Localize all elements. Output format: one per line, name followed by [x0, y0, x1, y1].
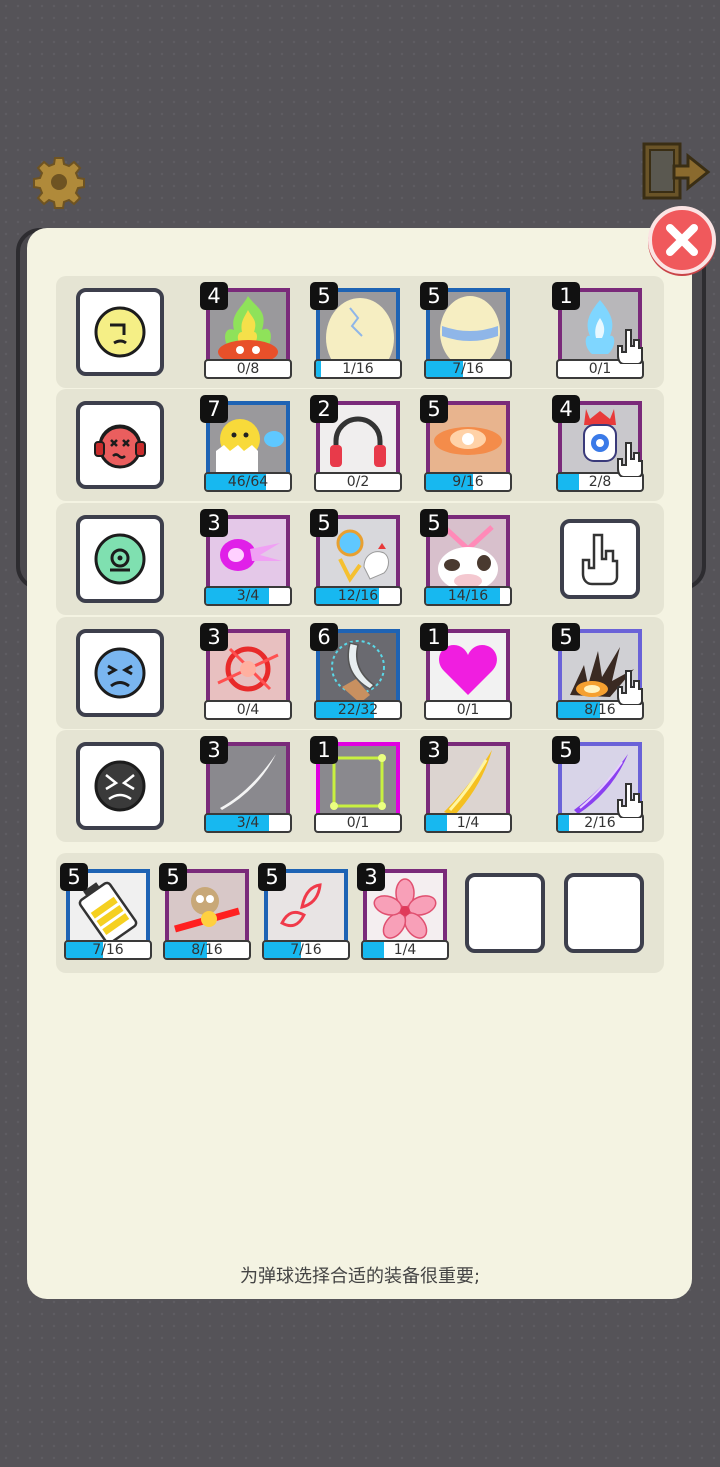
- ball-row-2: 7 46/64 2 0/2 5 9/16 4 2/8: [56, 389, 664, 501]
- ball-row-4: 3 0/4 6 22/32 1 0/1 5 8/16: [56, 617, 664, 729]
- equipment-row: 5 7/16 5 8/16 5 7/16 3 1/4: [56, 853, 664, 973]
- skill-slot[interactable]: 5 9/16: [420, 395, 514, 493]
- equipment-slot[interactable]: 5 7/16: [258, 863, 352, 961]
- ball-row-5: 3 3/4 1 0/1 3 1/4 5 2/16: [56, 730, 664, 842]
- dizzy-headphone-face-icon: [94, 424, 146, 469]
- level-badge: 5: [420, 282, 448, 310]
- skill-slot[interactable]: 5 2/16: [552, 736, 646, 834]
- level-badge: 3: [200, 736, 228, 764]
- empty-equipment-slot[interactable]: [465, 873, 545, 953]
- skill-slot[interactable]: 1 0/1: [310, 736, 404, 834]
- progress-text: 22/32: [337, 702, 379, 718]
- skill-slot[interactable]: 3 1/4: [420, 736, 514, 834]
- ball-row-3: 3 3/4 5 12/16 5 14/16: [56, 503, 664, 615]
- skill-slot[interactable]: 5 12/16: [310, 509, 404, 607]
- level-badge: 5: [552, 623, 580, 651]
- skill-slot[interactable]: 1 0/1: [420, 623, 514, 721]
- level-badge: 5: [159, 863, 187, 891]
- ball-select-button[interactable]: [76, 401, 164, 489]
- skill-slot[interactable]: 5 14/16: [420, 509, 514, 607]
- progress-text: 12/16: [337, 588, 379, 604]
- level-badge: 4: [200, 282, 228, 310]
- ball-row-1: 4 0/8 5 1/16 5 7/16 1 0/1: [56, 276, 664, 388]
- level-badge: 7: [200, 395, 228, 423]
- skill-slot[interactable]: 2 0/2: [310, 395, 404, 493]
- progress-text: 46/64: [227, 474, 269, 490]
- gear-icon[interactable]: [32, 155, 86, 209]
- skill-slot[interactable]: 4 0/8: [200, 282, 294, 380]
- level-badge: 5: [420, 509, 448, 537]
- ball-select-button[interactable]: [76, 515, 164, 603]
- equipment-slot[interactable]: 3 1/4: [357, 863, 451, 961]
- skill-slot[interactable]: 7 46/64: [200, 395, 294, 493]
- level-badge: 1: [420, 623, 448, 651]
- ball-select-button[interactable]: [76, 742, 164, 830]
- progress-text: 0/1: [456, 702, 480, 718]
- exit-door-icon[interactable]: [640, 140, 712, 202]
- ball-select-button[interactable]: [76, 629, 164, 717]
- level-badge: 5: [552, 736, 580, 764]
- level-badge: 5: [420, 395, 448, 423]
- level-badge: 5: [310, 509, 338, 537]
- level-badge: 3: [200, 509, 228, 537]
- angry-face-icon: [94, 760, 146, 812]
- close-button[interactable]: [648, 206, 716, 274]
- tip-text: 为弹球选择合适的装备很重要;: [239, 1266, 481, 1287]
- progress-text: 0/4: [236, 702, 260, 718]
- level-badge: 2: [310, 395, 338, 423]
- neutral-face-icon: [94, 306, 146, 358]
- level-badge: 3: [420, 736, 448, 764]
- level-badge: 1: [552, 282, 580, 310]
- surprised-face-icon: [94, 533, 146, 585]
- progress-text: 1/16: [342, 361, 374, 377]
- empty-equipment-slot[interactable]: [564, 873, 644, 953]
- level-badge: 5: [310, 282, 338, 310]
- progress-text: 14/16: [447, 588, 489, 604]
- level-badge: 6: [310, 623, 338, 651]
- progress-text: 9/16: [452, 474, 484, 490]
- level-badge: 4: [552, 395, 580, 423]
- progress-text: 1/4: [393, 942, 417, 958]
- ball-select-button[interactable]: [76, 288, 164, 376]
- hand-pointer-icon: [617, 442, 643, 477]
- skill-slot[interactable]: 3 0/4: [200, 623, 294, 721]
- progress-text: 0/1: [346, 815, 370, 831]
- progress-text: 7/16: [290, 942, 322, 958]
- skill-slot[interactable]: 5 8/16: [552, 623, 646, 721]
- hand-pointer-icon: [617, 670, 643, 705]
- skill-slot[interactable]: 5 7/16: [420, 282, 514, 380]
- level-badge: 5: [258, 863, 286, 891]
- hand-pointer-icon: [581, 533, 619, 586]
- locked-slot[interactable]: [560, 519, 640, 599]
- hand-pointer-icon: [617, 783, 643, 818]
- progress-text: 7/16: [92, 942, 124, 958]
- equipment-slot[interactable]: 5 8/16: [159, 863, 253, 961]
- hand-pointer-icon: [617, 329, 643, 364]
- equipment-slot[interactable]: 5 7/16: [60, 863, 154, 961]
- progress-text: 0/2: [346, 474, 370, 490]
- skill-slot[interactable]: 6 22/32: [310, 623, 404, 721]
- skill-slot[interactable]: 1 0/1: [552, 282, 646, 380]
- progress-text: 1/4: [456, 815, 480, 831]
- skill-slot[interactable]: 5 1/16: [310, 282, 404, 380]
- skill-slot[interactable]: 3 3/4: [200, 509, 294, 607]
- progress-text: 3/4: [236, 815, 260, 831]
- close-icon: [666, 224, 698, 256]
- progress-text: 7/16: [452, 361, 484, 377]
- level-badge: 3: [200, 623, 228, 651]
- level-badge: 1: [310, 736, 338, 764]
- progress-text: 8/16: [191, 942, 223, 958]
- level-badge: 5: [60, 863, 88, 891]
- progress-text: 3/4: [236, 588, 260, 604]
- sad-face-icon: [94, 647, 146, 699]
- skill-slot[interactable]: 4 2/8: [552, 395, 646, 493]
- progress-text: 0/8: [236, 361, 260, 377]
- skill-slot[interactable]: 3 3/4: [200, 736, 294, 834]
- level-badge: 3: [357, 863, 385, 891]
